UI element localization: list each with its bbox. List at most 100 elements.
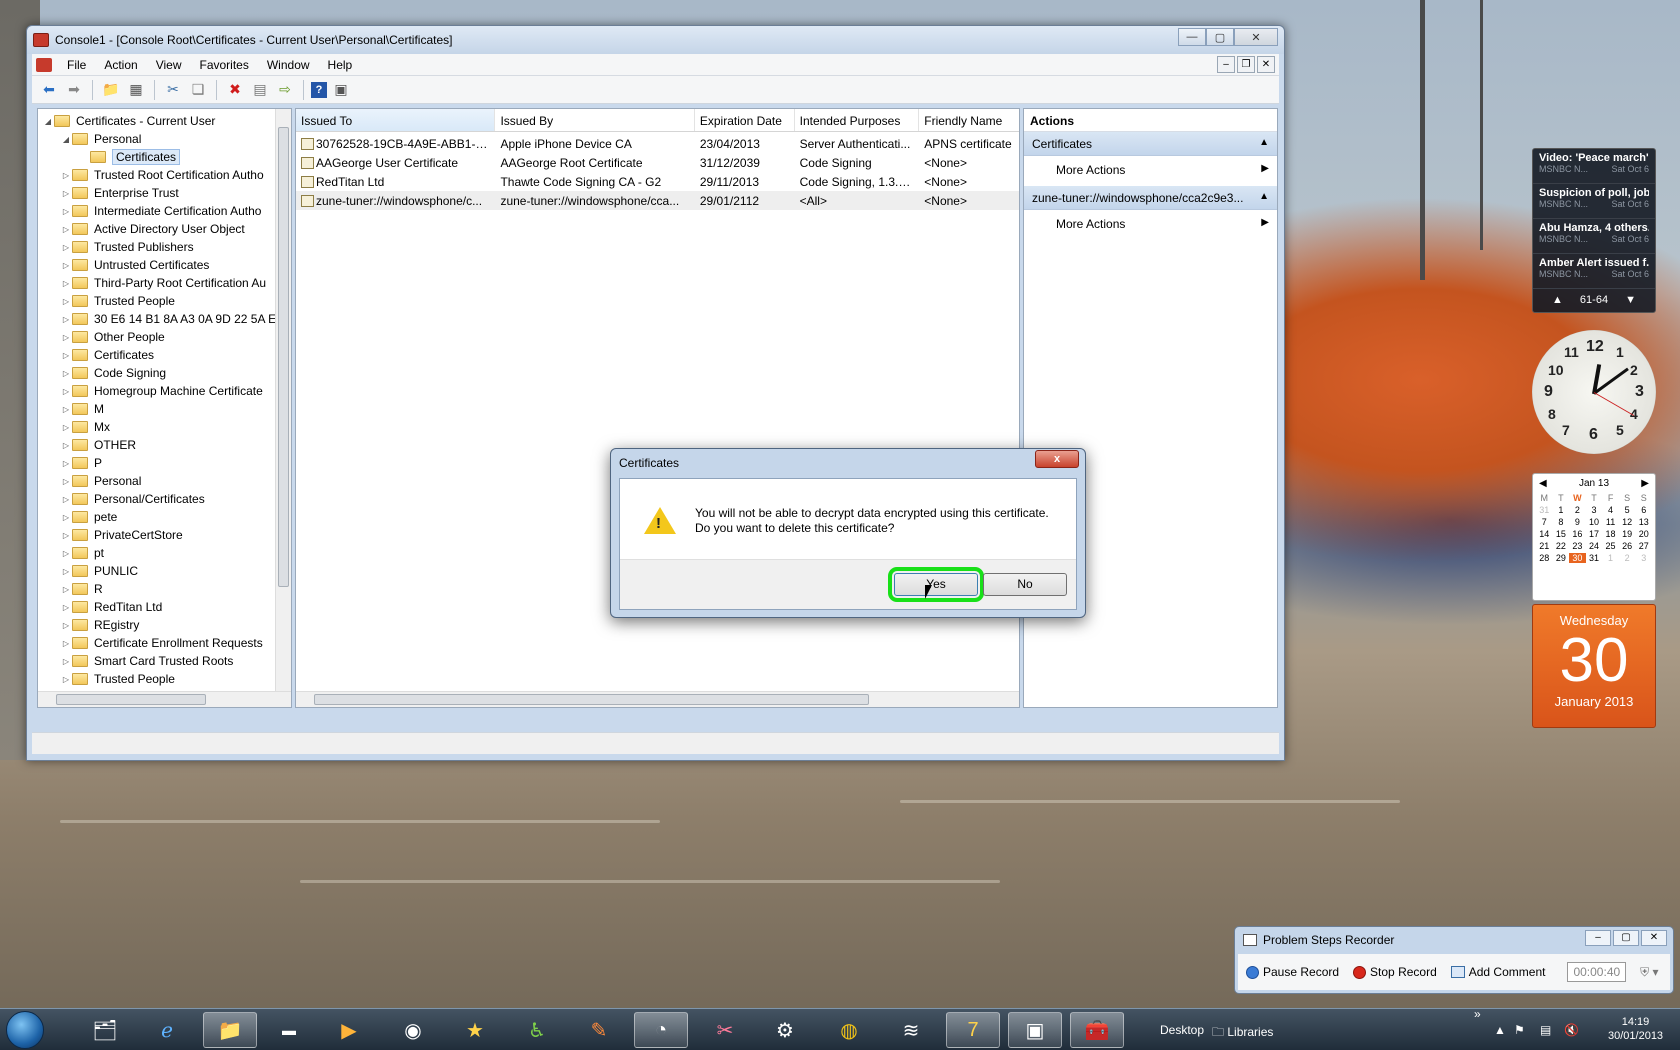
- chrome-icon[interactable]: ◍: [822, 1012, 876, 1048]
- toolbox-app-icon[interactable]: 🧰: [1070, 1012, 1124, 1048]
- calendar-day[interactable]: 25: [1602, 541, 1619, 551]
- tree-item[interactable]: ▷ Homegroup Machine Certificate: [38, 382, 291, 400]
- calendar-day[interactable]: 10: [1586, 517, 1603, 527]
- list-horizontal-scrollbar[interactable]: [296, 691, 1019, 707]
- calendar-day[interactable]: 26: [1619, 541, 1636, 551]
- camera-app-icon[interactable]: ◉: [386, 1012, 440, 1048]
- column-issued-to[interactable]: Issued To: [296, 109, 496, 131]
- libraries-toolbar-link[interactable]: 🗀 Libraries: [1212, 1023, 1273, 1044]
- snipping-tool-icon[interactable]: ✂: [698, 1012, 752, 1048]
- calendar-day[interactable]: 21: [1536, 541, 1553, 551]
- calendar-day[interactable]: 18: [1602, 529, 1619, 539]
- expand-toggle-icon[interactable]: ◢: [42, 117, 54, 126]
- news-item[interactable]: Suspicion of poll, job... MSNBC N... Sat O…: [1533, 184, 1655, 219]
- expand-toggle-icon[interactable]: ▷: [60, 207, 72, 216]
- actions-section-selected-cert[interactable]: zune-tuner://windowsphone/cca2c9e3... ▲: [1024, 186, 1277, 210]
- back-icon[interactable]: ⬅: [38, 79, 60, 101]
- volume-muted-icon[interactable]: 🔇: [1564, 1023, 1579, 1037]
- expand-toggle-icon[interactable]: ▷: [60, 657, 72, 666]
- tray-expand-icon[interactable]: ▲: [1494, 1023, 1506, 1037]
- tree-item[interactable]: ▷ Code Signing: [38, 364, 291, 382]
- calendar-day[interactable]: 28: [1536, 553, 1553, 563]
- tree-item[interactable]: ▷ Active Directory User Object: [38, 220, 291, 238]
- calendar-day[interactable]: 9: [1569, 517, 1586, 527]
- table-row[interactable]: zune-tuner://windowsphone/c... zune-tuner…: [296, 191, 1019, 210]
- actions-section-certificates[interactable]: Certificates ▲: [1024, 132, 1277, 156]
- expand-toggle-icon[interactable]: ▷: [60, 675, 72, 684]
- tree-item[interactable]: ▷ pt: [38, 544, 291, 562]
- calendar-day[interactable]: 4: [1602, 505, 1619, 515]
- paint-app-icon[interactable]: ✎: [572, 1012, 626, 1048]
- up-folder-icon[interactable]: 📁: [100, 79, 122, 101]
- calendar-day-gadget[interactable]: Wednesday 30 January 2013: [1532, 604, 1656, 728]
- tree-item[interactable]: ▷ OTHER: [38, 436, 291, 454]
- accessibility-icon[interactable]: ♿: [510, 1012, 564, 1048]
- mmc-app-icon[interactable]: [33, 33, 49, 47]
- tree-item[interactable]: ▷ PUNLIC: [38, 562, 291, 580]
- tree-item[interactable]: ▷ Trusted Root Certification Autho: [38, 166, 291, 184]
- calendar-day[interactable]: 17: [1586, 529, 1603, 539]
- tree-item[interactable]: ▷ Other People: [38, 328, 291, 346]
- menu-action[interactable]: Action: [95, 58, 146, 72]
- scroll-thumb[interactable]: [278, 127, 289, 587]
- yes-button[interactable]: Yes: [888, 567, 984, 602]
- expand-toggle-icon[interactable]: ▷: [60, 297, 72, 306]
- tree-item[interactable]: ▷ RedTitan Ltd: [38, 598, 291, 616]
- scroll-thumb[interactable]: [56, 694, 206, 705]
- expand-toggle-icon[interactable]: ▷: [60, 405, 72, 414]
- tree-item[interactable]: ▷ P: [38, 454, 291, 472]
- minimize-button[interactable]: —: [1178, 28, 1206, 46]
- calendar-day[interactable]: 24: [1586, 541, 1603, 551]
- tree-item[interactable]: ▷ Certificate Enrollment Requests: [38, 634, 291, 652]
- expand-toggle-icon[interactable]: ▷: [60, 603, 72, 612]
- tree-vertical-scrollbar[interactable]: [275, 109, 291, 707]
- mmc-taskbar-icon[interactable]: ▣: [1008, 1012, 1062, 1048]
- scroll-thumb[interactable]: [314, 694, 869, 705]
- mdi-close-button[interactable]: ✕: [1257, 56, 1275, 73]
- toolbar-chevron-icon[interactable]: »: [1474, 1007, 1481, 1021]
- tree-item[interactable]: ▷ M: [38, 400, 291, 418]
- cut-icon[interactable]: ✂: [162, 79, 184, 101]
- show-hide-tree-icon[interactable]: ▦: [125, 79, 147, 101]
- column-intended-purposes[interactable]: Intended Purposes: [795, 109, 920, 131]
- action-center-icon[interactable]: ⚑: [1514, 1023, 1525, 1037]
- show-hide-action-pane-icon[interactable]: ▣: [330, 79, 352, 101]
- tree-item[interactable]: ▷ Certificates: [38, 346, 291, 364]
- expand-toggle-icon[interactable]: ▷: [60, 549, 72, 558]
- calendar-day[interactable]: 3: [1635, 553, 1652, 563]
- expand-toggle-icon[interactable]: ▷: [60, 261, 72, 270]
- calendar-day[interactable]: 20: [1635, 529, 1652, 539]
- expand-toggle-icon[interactable]: ◢: [60, 135, 72, 144]
- table-row[interactable]: RedTitan Ltd Thawte Code Signing CA - G2 2…: [296, 172, 1019, 191]
- network-icon[interactable]: ▤: [1540, 1023, 1551, 1037]
- calendar-day[interactable]: 22: [1553, 541, 1570, 551]
- expand-toggle-icon[interactable]: ▷: [60, 279, 72, 288]
- collapse-icon[interactable]: ▲: [1259, 191, 1269, 202]
- expand-toggle-icon[interactable]: ▷: [60, 567, 72, 576]
- tree-item[interactable]: ▷ Trusted Publishers: [38, 238, 291, 256]
- news-next-icon[interactable]: ▼: [1625, 294, 1636, 306]
- calendar-day[interactable]: 3: [1586, 505, 1603, 515]
- tree-item[interactable]: ▷ Trusted People: [38, 292, 291, 310]
- internet-explorer-icon[interactable]: ℯ: [140, 1012, 194, 1048]
- expand-toggle-icon[interactable]: ▷: [60, 225, 72, 234]
- calendar-day[interactable]: 1: [1602, 553, 1619, 563]
- menu-help[interactable]: Help: [319, 58, 362, 72]
- mdi-child-icon[interactable]: [36, 57, 52, 72]
- desktop-toolbar-link[interactable]: Desktop: [1160, 1023, 1204, 1037]
- calendar-day[interactable]: 8: [1553, 517, 1570, 527]
- mdi-minimize-button[interactable]: –: [1217, 56, 1235, 73]
- calendar-today[interactable]: 30: [1569, 553, 1586, 563]
- tree-item[interactable]: ▷ 30 E6 14 B1 8A A3 0A 9D 22 5A ED: [38, 310, 291, 328]
- more-actions-selected-cert[interactable]: More Actions ▶: [1024, 210, 1277, 240]
- menu-file[interactable]: File: [58, 58, 95, 72]
- command-prompt-icon[interactable]: ▬: [262, 1012, 316, 1048]
- expand-toggle-icon[interactable]: ▷: [60, 477, 72, 486]
- tree-item[interactable]: ▷ Mx: [38, 418, 291, 436]
- pause-record-button[interactable]: Pause Record: [1246, 965, 1339, 979]
- expand-toggle-icon[interactable]: ▷: [60, 387, 72, 396]
- tree-item[interactable]: ▷ Smart Card Trusted Roots: [38, 652, 291, 670]
- window-titlebar[interactable]: Console1 - [Console Root\Certificates - …: [27, 26, 1284, 54]
- expand-toggle-icon[interactable]: ▷: [60, 441, 72, 450]
- menu-window[interactable]: Window: [258, 58, 319, 72]
